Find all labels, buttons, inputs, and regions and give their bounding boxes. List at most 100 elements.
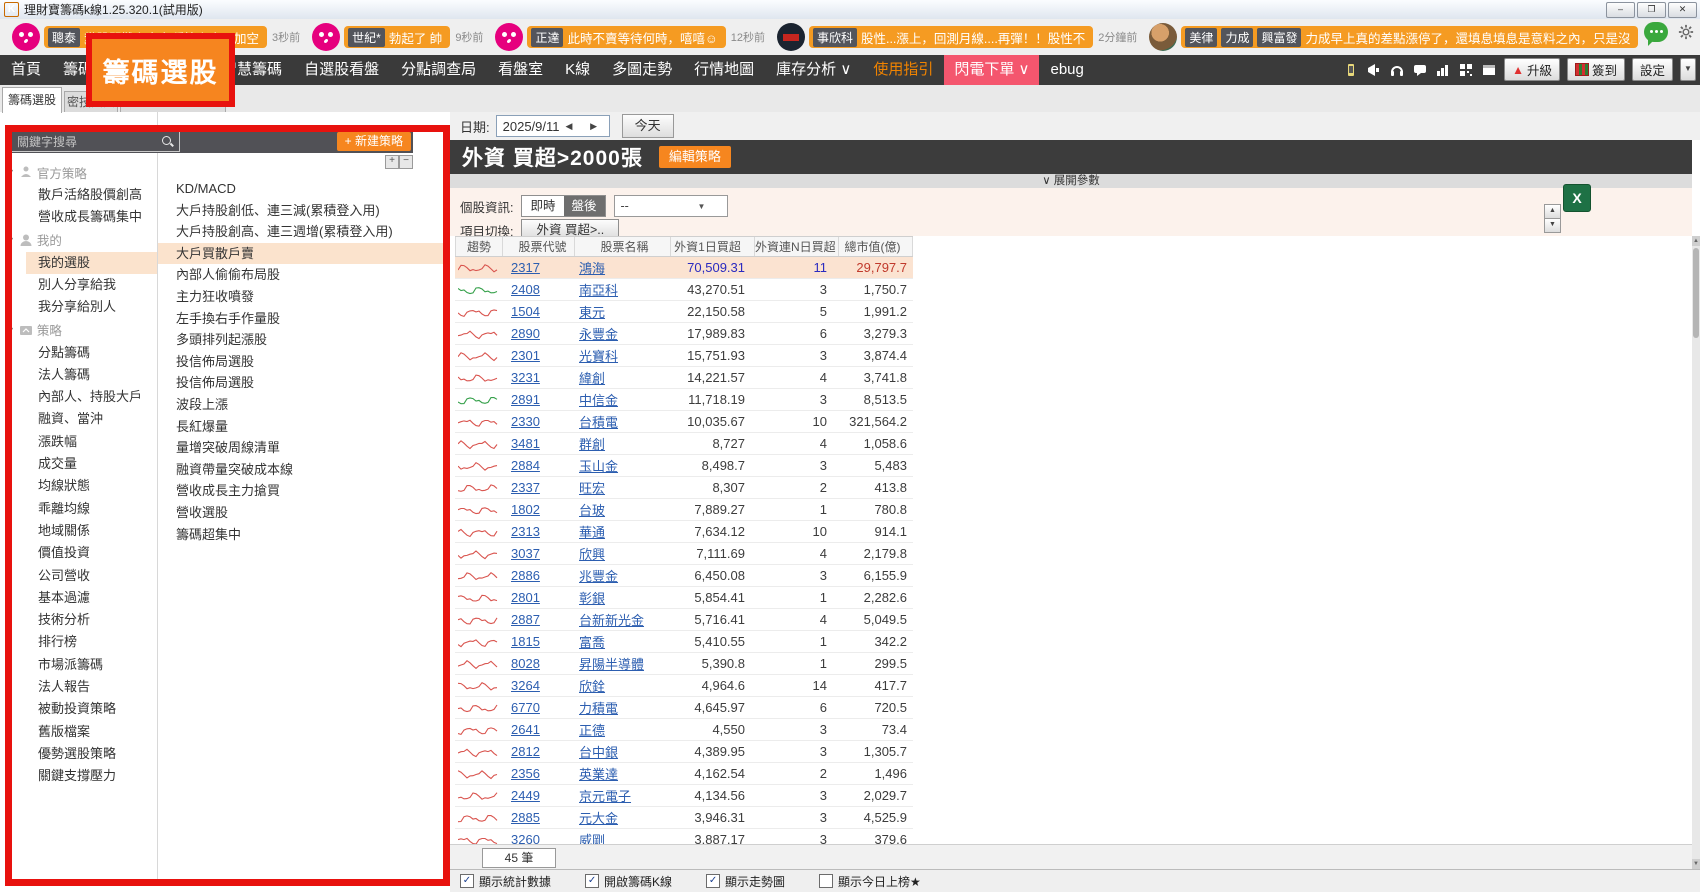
stock-name-link[interactable]: 英業達 — [575, 764, 671, 783]
stock-name-link[interactable]: 威剛 — [575, 830, 671, 844]
restore-button[interactable]: ❐ — [1637, 2, 1666, 18]
collapse-arrow-icon[interactable]: ▼ — [6, 325, 15, 335]
stock-code-link[interactable]: 2890 — [503, 326, 575, 341]
sidebar-item[interactable]: 營收成長籌碼集中 — [26, 206, 157, 228]
date-prev-icon[interactable]: ◀ — [560, 121, 585, 132]
settings-dropdown-button[interactable]: ▼ — [1680, 58, 1696, 81]
megaphone-icon[interactable] — [1366, 62, 1382, 78]
stock-name-link[interactable]: 台中銀 — [575, 742, 671, 761]
strategy-list-item[interactable]: 左手換右手作量股 — [158, 308, 448, 330]
stock-code-link[interactable]: 3264 — [503, 678, 575, 693]
stock-code-link[interactable]: 2330 — [503, 414, 575, 429]
stock-name-link[interactable]: 東元 — [575, 302, 671, 321]
sidebar-item[interactable]: 成交量 — [26, 453, 157, 475]
column-header-3[interactable]: 外資1日買超 — [671, 237, 755, 256]
stock-name-link[interactable]: 華通 — [575, 522, 671, 541]
column-header-1[interactable]: 股票代號 — [503, 237, 575, 256]
nav-item-9[interactable]: 行情地圖 — [683, 55, 765, 85]
stock-code-link[interactable]: 6770 — [503, 700, 575, 715]
column-header-0[interactable]: 趨勢 — [455, 237, 503, 256]
checkbox-icon[interactable]: ✓ — [585, 874, 599, 888]
stock-code-link[interactable]: 2408 — [503, 282, 575, 297]
stock-badge[interactable]: 力成 — [1221, 28, 1253, 47]
checkbox-icon[interactable]: ✓ — [706, 874, 720, 888]
sidebar-item[interactable]: 漲跌幅 — [26, 431, 157, 453]
stock-code-link[interactable]: 2641 — [503, 722, 575, 737]
strategy-list-item[interactable]: 融資帶量突破成本線 — [158, 459, 448, 481]
table-row[interactable]: 2812台中銀4,389.9531,305.7 — [455, 741, 913, 763]
nav-item-13[interactable]: ebug — [1039, 55, 1094, 85]
nav-item-6[interactable]: 看盤室 — [487, 55, 554, 85]
sidebar-item[interactable]: 關鍵支撐壓力 — [26, 765, 157, 787]
nav-item-11[interactable]: 使用指引 — [862, 55, 944, 85]
search-icon[interactable] — [161, 135, 174, 148]
strategy-list-item[interactable]: 長紅爆量 — [158, 416, 448, 438]
ticker-message[interactable]: 世紀*勃起了 帥9秒前 — [312, 23, 483, 51]
checkbox-icon[interactable] — [819, 874, 833, 888]
expand-params-toggle[interactable]: ∨ 展開參數 — [450, 174, 1692, 188]
stock-code-link[interactable]: 2313 — [503, 524, 575, 539]
strategy-list-item[interactable]: 投信佈局選股 — [158, 372, 448, 394]
stock-name-link[interactable]: 京元電子 — [575, 786, 671, 805]
table-row[interactable]: 2886兆豐金6,450.0836,155.9 — [455, 565, 913, 587]
ticker-message[interactable]: 正達此時不賣等待何時，嘻嘻☺12秒前 — [495, 23, 765, 51]
stock-name-link[interactable]: 鴻海 — [575, 258, 671, 277]
stock-name-link[interactable]: 富喬 — [575, 632, 671, 651]
table-row[interactable]: 3481群創8,72741,058.6 — [455, 433, 913, 455]
strategy-list-item[interactable]: 主力狂收噴發 — [158, 286, 448, 308]
toggle-afterhours[interactable]: 盤後 — [564, 196, 605, 216]
table-row[interactable]: 3231緯創14,221.5743,741.8 — [455, 367, 913, 389]
realtime-afterhours-toggle[interactable]: 即時 盤後 — [521, 195, 605, 217]
ticker-message-pill[interactable]: 美律力成興富發力成早上真的差點漲停了，還填息填息是意料之內，只是沒 — [1181, 26, 1638, 48]
stock-name-link[interactable]: 欣銓 — [575, 676, 671, 695]
sidebar-item[interactable]: 公司營收 — [26, 565, 157, 587]
scrollbar-up-icon[interactable]: ▲ — [1692, 236, 1700, 246]
table-row[interactable]: 2356英業達4,162.5421,496 — [455, 763, 913, 785]
table-row[interactable]: 2641正德4,550373.4 — [455, 719, 913, 741]
column-header-4[interactable]: 外資連N日買超 — [755, 237, 839, 256]
column-header-5[interactable]: 總市值(億) — [839, 237, 913, 256]
upgrade-button[interactable]: ▲升級 — [1504, 58, 1560, 81]
strategy-list-item[interactable]: 大戶持股創高、連三週增(累積登入用) — [158, 221, 448, 243]
stock-badge[interactable]: 世紀* — [348, 28, 385, 47]
date-next-icon[interactable]: ▶ — [584, 121, 609, 132]
stock-code-link[interactable]: 1815 — [503, 634, 575, 649]
collapse-arrow-icon[interactable]: ▼ — [6, 235, 15, 245]
stats-icon[interactable] — [1435, 62, 1451, 78]
strategy-list-item[interactable]: 內部人偷偷布局股 — [158, 264, 448, 286]
collapse-arrow-icon[interactable]: ▼ — [6, 167, 15, 177]
strategy-list-item[interactable]: 大戶持股創低、連三減(累積登入用) — [158, 200, 448, 222]
stock-code-link[interactable]: 2891 — [503, 392, 575, 407]
stock-code-link[interactable]: 1802 — [503, 502, 575, 517]
stock-code-link[interactable]: 2887 — [503, 612, 575, 627]
stock-badge[interactable]: 興富發 — [1257, 28, 1301, 47]
table-row[interactable]: 2317鴻海70,509.311129,797.7 — [455, 257, 913, 279]
display-option-0[interactable]: ✓顯示統計數據 — [460, 873, 551, 890]
ticker-message-pill[interactable]: 正達此時不賣等待何時，嘻嘻☺ — [527, 26, 725, 48]
table-row[interactable]: 8028昇陽半導體5,390.81299.5 — [455, 653, 913, 675]
stock-code-link[interactable]: 2884 — [503, 458, 575, 473]
ticker-message[interactable]: 美律力成興富發力成早上真的差點漲停了，還填息填息是意料之內，只是沒 — [1149, 23, 1638, 51]
stock-code-link[interactable]: 3260 — [503, 832, 575, 844]
vertical-scrollbar[interactable]: ▲ ▼ — [1692, 236, 1700, 869]
stock-name-link[interactable]: 台新新光金 — [575, 610, 671, 629]
stock-code-link[interactable]: 2356 — [503, 766, 575, 781]
today-button[interactable]: 今天 — [622, 114, 674, 138]
window-icon[interactable] — [1481, 62, 1497, 78]
stock-code-link[interactable]: 2801 — [503, 590, 575, 605]
search-input[interactable]: 關鍵字搜尋 — [10, 131, 180, 152]
stock-code-link[interactable]: 3231 — [503, 370, 575, 385]
new-strategy-button[interactable]: + 新建策略 — [337, 132, 411, 151]
stock-name-link[interactable]: 光寶科 — [575, 346, 671, 365]
qrcode-icon[interactable] — [1458, 62, 1474, 78]
column-header-2[interactable]: 股票名稱 — [575, 237, 671, 256]
toggle-realtime[interactable]: 即時 — [522, 196, 563, 216]
stock-name-link[interactable]: 永豐金 — [575, 324, 671, 343]
stock-code-link[interactable]: 3481 — [503, 436, 575, 451]
strategy-list-item[interactable]: 大戶買散戶賣 — [158, 243, 448, 265]
chat-bubble-icon[interactable] — [1644, 22, 1668, 42]
stock-name-link[interactable]: 玉山金 — [575, 456, 671, 475]
sidebar-item[interactable]: 我的選股 — [26, 252, 157, 274]
nav-item-0[interactable]: 首頁 — [0, 55, 52, 85]
table-row[interactable]: 2313華通7,634.1210914.1 — [455, 521, 913, 543]
